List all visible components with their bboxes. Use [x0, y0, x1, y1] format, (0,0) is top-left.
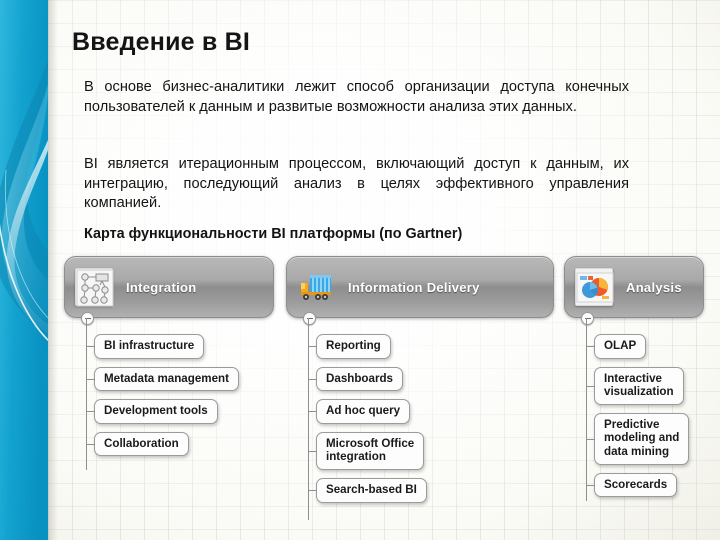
body-paragraph-1: В основе бизнес-аналитики лежит способ о… [84, 79, 629, 115]
pie-chart-icon [575, 268, 614, 306]
node-reporting[interactable]: Reporting [309, 334, 391, 359]
page-title: Введение в BI [72, 28, 251, 56]
node-microsoft-office-integration[interactable]: Microsoft Office integration [308, 431, 425, 470]
node-interactive-visualization[interactable]: Interactive visualization [587, 366, 684, 405]
node-search-based-bi[interactable]: Search-based BI [309, 477, 427, 503]
node-scorecards[interactable]: Scorecards [586, 472, 678, 498]
subtree-integration: BI infrastructure Metadata management De… [64, 318, 274, 470]
category-header-information-delivery[interactable]: Information Delivery [286, 256, 554, 325]
node-olap[interactable]: OLAP [586, 334, 647, 359]
subtree-analysis: OLAP Interactive visualization Predictiv… [564, 318, 704, 505]
decorative-side-band [0, 0, 48, 540]
body-paragraph-2: BI является итерационным процессом, вклю… [84, 156, 629, 211]
diagram-column-information-delivery: Information Delivery Reporting Dashboard… [286, 256, 554, 520]
node-metadata-management[interactable]: Metadata management [87, 366, 239, 392]
category-header-label: Information Delivery [348, 279, 480, 295]
delivery-truck-icon [297, 268, 335, 306]
tree-spine [86, 318, 87, 470]
category-header-label: Analysis [626, 279, 682, 295]
collapse-toggle-integration[interactable] [81, 312, 94, 325]
node-development-tools[interactable]: Development tools [87, 399, 218, 424]
slide-canvas: Введение в BI В основе бизнес-аналитики … [0, 0, 720, 540]
diagram-column-integration: Integration BI infrastructure Metadata m… [64, 256, 274, 470]
flowchart-icon [75, 268, 114, 307]
collapse-toggle-analysis[interactable] [581, 312, 594, 325]
category-header-analysis[interactable]: Analysis [564, 256, 704, 325]
subtree-information-delivery: Reporting Dashboards Ad hoc query Micros… [286, 318, 554, 520]
category-header-label: Integration [126, 279, 197, 295]
collapse-toggle-information-delivery[interactable] [303, 312, 316, 325]
side-band-graphic [0, 0, 48, 540]
functionality-map-title: Карта функциональности BI платформы (по … [84, 226, 463, 242]
diagram-column-analysis: Analysis OLAP Interactive visualization … [564, 256, 704, 505]
node-ad-hoc-query[interactable]: Ad hoc query [308, 399, 411, 424]
category-header-integration[interactable]: Integration [64, 256, 274, 325]
node-dashboards[interactable]: Dashboards [308, 366, 404, 392]
bi-functionality-map: Integration BI infrastructure Metadata m… [64, 256, 704, 520]
node-predictive-modeling[interactable]: Predictive modeling and data mining [586, 412, 690, 465]
node-bi-infrastructure[interactable]: BI infrastructure [86, 334, 205, 359]
side-band-shadow-edge [48, 0, 58, 540]
node-collaboration[interactable]: Collaboration [87, 431, 189, 457]
